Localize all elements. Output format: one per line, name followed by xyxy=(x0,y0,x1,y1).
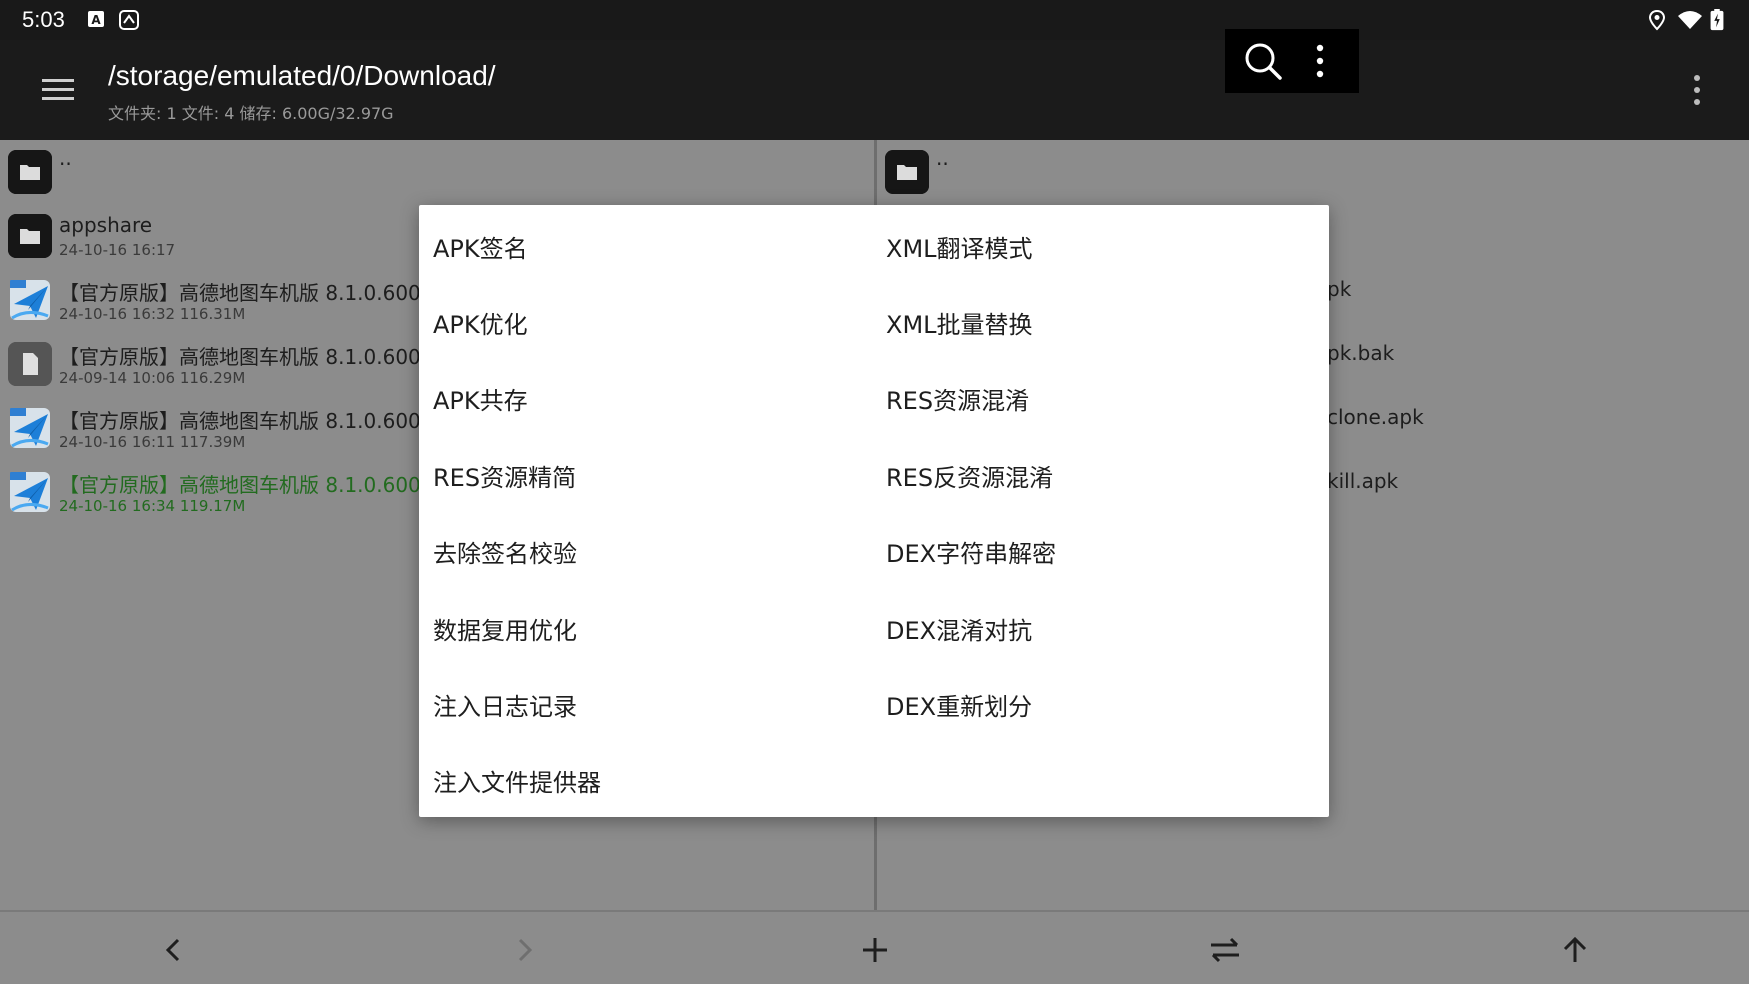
toolbar: /storage/emulated/0/Download/ 文件夹: 1 文件:… xyxy=(0,29,1749,140)
folder-icon xyxy=(8,214,52,258)
forward-arrow-icon[interactable] xyxy=(504,930,544,970)
option-remove-signature-check[interactable]: 去除签名校验 xyxy=(433,516,577,592)
app-notification-icon xyxy=(119,10,139,30)
item-meta: 24-10-16 16:11 117.39M xyxy=(59,433,246,451)
status-time: 5:03 xyxy=(22,7,65,32)
item-name: appshare xyxy=(59,213,153,237)
item-name: clone.apk xyxy=(1327,405,1424,429)
file-icon xyxy=(8,342,52,386)
apk-plane-icon xyxy=(10,472,50,512)
option-inject-logging[interactable]: 注入日志记录 xyxy=(433,669,577,745)
item-meta: 24-10-16 16:34 119.17M xyxy=(59,497,246,515)
item-name: 【官方原版】高德地图车机版 8.1.0.6000 xyxy=(59,345,434,369)
overflow-menu-icon[interactable] xyxy=(1682,70,1712,110)
item-name: 【官方原版】高德地图车机版 8.1.0.6000 xyxy=(59,409,434,433)
svg-text:A: A xyxy=(91,13,101,27)
list-item[interactable]: .. xyxy=(0,140,874,202)
apk-plane-icon xyxy=(10,408,50,448)
option-apk-sign[interactable]: APK签名 xyxy=(433,211,528,287)
current-path: /storage/emulated/0/Download/ xyxy=(108,60,496,91)
bottom-bar xyxy=(0,910,1749,984)
apk-plane-icon xyxy=(10,280,50,320)
option-xml-batch-replace[interactable]: XML批量替换 xyxy=(886,287,1033,363)
option-apk-optimize[interactable]: APK优化 xyxy=(433,287,528,363)
item-name: pk.bak xyxy=(1327,341,1395,365)
item-name: 【官方原版】高德地图车机版 8.1.0.6000 xyxy=(59,281,434,305)
option-xml-translate[interactable]: XML翻译模式 xyxy=(886,211,1033,287)
up-arrow-icon[interactable] xyxy=(1555,930,1595,970)
option-dex-repartition[interactable]: DEX重新划分 xyxy=(886,669,1032,745)
battery-charging-icon xyxy=(1710,9,1724,31)
item-name: 【官方原版】高德地图车机版 8.1.0.6000 xyxy=(59,473,434,497)
folder-icon xyxy=(8,150,52,194)
option-dex-string-decrypt[interactable]: DEX字符串解密 xyxy=(886,516,1056,592)
wifi-icon xyxy=(1678,11,1702,29)
app-root: 5:03 A /storage/emulated/0/Download/ 文件夹… xyxy=(0,0,1749,984)
back-arrow-icon[interactable] xyxy=(154,930,194,970)
option-apk-coexist[interactable]: APK共存 xyxy=(433,363,528,439)
location-icon xyxy=(1648,9,1666,31)
status-bar: 5:03 A xyxy=(0,0,1749,40)
apk-tools-dialog: APK签名 APK优化 APK共存 RES资源精简 去除签名校验 数据复用优化 … xyxy=(419,205,1329,817)
list-item[interactable]: .. xyxy=(877,140,1749,202)
swap-icon[interactable] xyxy=(1205,930,1245,970)
item-meta: 24-09-14 10:06 116.29M xyxy=(59,369,246,387)
hamburger-menu-icon[interactable] xyxy=(38,72,78,108)
item-name: kill.apk xyxy=(1327,469,1399,493)
option-res-deobfuscate[interactable]: RES反资源混淆 xyxy=(886,440,1053,516)
option-res-obfuscate[interactable]: RES资源混淆 xyxy=(886,363,1029,439)
add-icon[interactable] xyxy=(855,930,895,970)
item-meta: 24-10-16 16:32 116.31M xyxy=(59,305,246,323)
more-vert-icon[interactable] xyxy=(1305,41,1335,81)
item-meta: 24-10-16 16:17 xyxy=(59,241,176,259)
option-data-reuse-optimize[interactable]: 数据复用优化 xyxy=(433,593,577,669)
item-name: .. xyxy=(936,146,949,170)
folder-icon xyxy=(885,150,929,194)
item-name: pk xyxy=(1327,277,1352,301)
option-inject-file-provider[interactable]: 注入文件提供器 xyxy=(433,745,601,821)
option-res-slim[interactable]: RES资源精简 xyxy=(433,440,576,516)
storage-summary: 文件夹: 1 文件: 4 储存: 6.00G/32.97G xyxy=(108,104,394,123)
option-dex-anti-obfuscate[interactable]: DEX混淆对抗 xyxy=(886,593,1032,669)
search-action-box xyxy=(1225,29,1359,93)
font-a-icon: A xyxy=(88,11,104,27)
item-name: .. xyxy=(59,146,72,170)
search-icon[interactable] xyxy=(1243,41,1283,81)
